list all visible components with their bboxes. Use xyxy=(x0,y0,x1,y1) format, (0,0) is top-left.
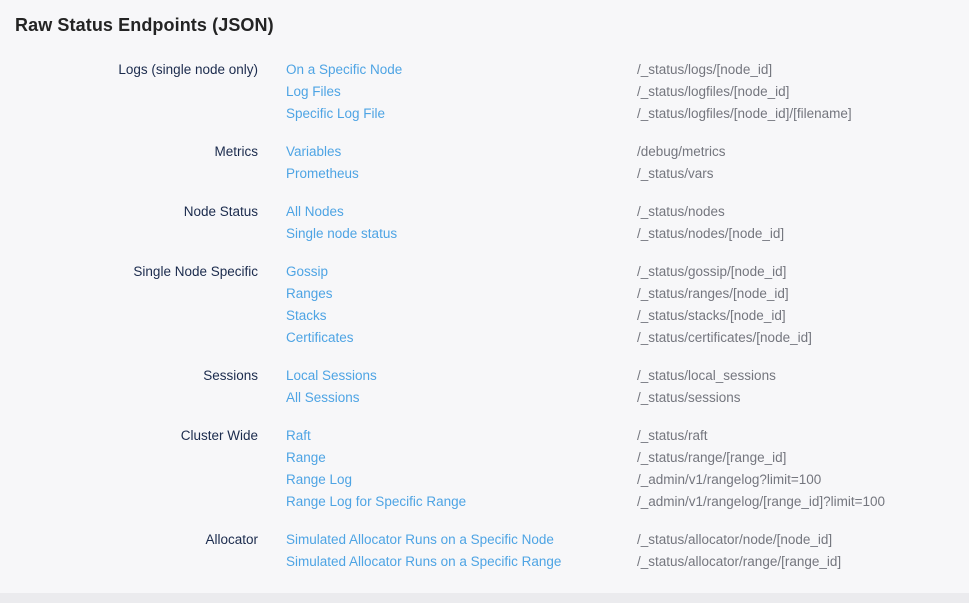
endpoint-path: /_status/allocator/range/[range_id] xyxy=(637,551,841,573)
endpoint-link[interactable]: All Sessions xyxy=(286,387,637,409)
category-label: Metrics xyxy=(15,141,258,163)
endpoint-row: All Sessions/_status/sessions xyxy=(286,387,954,409)
endpoint-rows: On a Specific Node/_status/logs/[node_id… xyxy=(286,59,954,125)
endpoint-section: Single Node Specific Gossip/_status/gossi… xyxy=(15,261,954,349)
endpoint-row: Single node status/_status/nodes/[node_i… xyxy=(286,223,954,245)
endpoint-path: /debug/metrics xyxy=(637,141,726,163)
endpoint-section: Metrics Variables/debug/metricsPrometheus… xyxy=(15,141,954,185)
endpoint-rows: Simulated Allocator Runs on a Specific N… xyxy=(286,529,954,573)
endpoint-path: /_admin/v1/rangelog?limit=100 xyxy=(637,469,821,491)
endpoint-section: Allocator Simulated Allocator Runs on a S… xyxy=(15,529,954,573)
endpoint-rows: Variables/debug/metricsPrometheus/_statu… xyxy=(286,141,954,185)
endpoint-rows: Local Sessions/_status/local_sessionsAll… xyxy=(286,365,954,409)
endpoint-row: Simulated Allocator Runs on a Specific R… xyxy=(286,551,954,573)
endpoint-row: Range Log/_admin/v1/rangelog?limit=100 xyxy=(286,469,954,491)
endpoint-row: Log Files/_status/logfiles/[node_id] xyxy=(286,81,954,103)
endpoint-row: Simulated Allocator Runs on a Specific N… xyxy=(286,529,954,551)
endpoint-row: On a Specific Node/_status/logs/[node_id… xyxy=(286,59,954,81)
endpoint-link[interactable]: Single node status xyxy=(286,223,637,245)
endpoint-path: /_status/nodes xyxy=(637,201,725,223)
endpoint-path: /_status/vars xyxy=(637,163,714,185)
endpoint-path: /_status/raft xyxy=(637,425,708,447)
endpoint-link[interactable]: Range Log for Specific Range xyxy=(286,491,637,513)
endpoint-link[interactable]: Specific Log File xyxy=(286,103,637,125)
endpoint-row: Variables/debug/metrics xyxy=(286,141,954,163)
footer-strip xyxy=(0,593,969,603)
endpoint-row: Stacks/_status/stacks/[node_id] xyxy=(286,305,954,327)
endpoint-link[interactable]: All Nodes xyxy=(286,201,637,223)
endpoint-section: Sessions Local Sessions/_status/local_ses… xyxy=(15,365,954,409)
endpoint-link[interactable]: Stacks xyxy=(286,305,637,327)
endpoint-row: Specific Log File/_status/logfiles/[node… xyxy=(286,103,954,125)
endpoint-rows: Gossip/_status/gossip/[node_id]Ranges/_s… xyxy=(286,261,954,349)
category-label: Cluster Wide xyxy=(15,425,258,447)
endpoint-sections: Logs (single node only) On a Specific Nod… xyxy=(15,59,954,573)
endpoint-link[interactable]: On a Specific Node xyxy=(286,59,637,81)
endpoint-row: Raft/_status/raft xyxy=(286,425,954,447)
endpoint-row: Certificates/_status/certificates/[node_… xyxy=(286,327,954,349)
category-label: Logs (single node only) xyxy=(15,59,258,81)
endpoint-rows: Raft/_status/raftRange/_status/range/[ra… xyxy=(286,425,954,513)
endpoint-row: Range/_status/range/[range_id] xyxy=(286,447,954,469)
endpoint-path: /_admin/v1/rangelog/[range_id]?limit=100 xyxy=(637,491,885,513)
endpoint-row: Prometheus/_status/vars xyxy=(286,163,954,185)
endpoint-section: Cluster Wide Raft/_status/raftRange/_stat… xyxy=(15,425,954,513)
endpoint-link[interactable]: Simulated Allocator Runs on a Specific N… xyxy=(286,529,637,551)
endpoint-path: /_status/sessions xyxy=(637,387,741,409)
page-title: Raw Status Endpoints (JSON) xyxy=(15,13,954,37)
raw-status-endpoints-page: Raw Status Endpoints (JSON) Logs (single… xyxy=(0,0,969,603)
endpoint-link[interactable]: Variables xyxy=(286,141,637,163)
endpoint-path: /_status/ranges/[node_id] xyxy=(637,283,789,305)
endpoint-path: /_status/local_sessions xyxy=(637,365,776,387)
endpoint-path: /_status/allocator/node/[node_id] xyxy=(637,529,832,551)
category-label: Single Node Specific xyxy=(15,261,258,283)
endpoint-link[interactable]: Prometheus xyxy=(286,163,637,185)
endpoint-path: /_status/gossip/[node_id] xyxy=(637,261,786,283)
endpoint-path: /_status/certificates/[node_id] xyxy=(637,327,812,349)
endpoint-link[interactable]: Gossip xyxy=(286,261,637,283)
endpoint-link[interactable]: Ranges xyxy=(286,283,637,305)
endpoint-path: /_status/logfiles/[node_id] xyxy=(637,81,789,103)
endpoint-path: /_status/stacks/[node_id] xyxy=(637,305,786,327)
endpoint-link[interactable]: Certificates xyxy=(286,327,637,349)
endpoint-link[interactable]: Raft xyxy=(286,425,637,447)
endpoint-link[interactable]: Simulated Allocator Runs on a Specific R… xyxy=(286,551,637,573)
category-label: Node Status xyxy=(15,201,258,223)
endpoint-path: /_status/logs/[node_id] xyxy=(637,59,772,81)
endpoint-section: Node Status All Nodes/_status/nodesSingle… xyxy=(15,201,954,245)
category-label: Allocator xyxy=(15,529,258,551)
endpoint-path: /_status/nodes/[node_id] xyxy=(637,223,784,245)
endpoint-path: /_status/logfiles/[node_id]/[filename] xyxy=(637,103,852,125)
endpoint-row: Gossip/_status/gossip/[node_id] xyxy=(286,261,954,283)
endpoint-row: Local Sessions/_status/local_sessions xyxy=(286,365,954,387)
endpoint-link[interactable]: Log Files xyxy=(286,81,637,103)
endpoint-link[interactable]: Range xyxy=(286,447,637,469)
endpoint-section: Logs (single node only) On a Specific Nod… xyxy=(15,59,954,125)
category-label: Sessions xyxy=(15,365,258,387)
endpoint-rows: All Nodes/_status/nodesSingle node statu… xyxy=(286,201,954,245)
endpoint-link[interactable]: Local Sessions xyxy=(286,365,637,387)
endpoint-row: Ranges/_status/ranges/[node_id] xyxy=(286,283,954,305)
endpoint-row: Range Log for Specific Range/_admin/v1/r… xyxy=(286,491,954,513)
endpoint-row: All Nodes/_status/nodes xyxy=(286,201,954,223)
endpoint-path: /_status/range/[range_id] xyxy=(637,447,786,469)
endpoint-link[interactable]: Range Log xyxy=(286,469,637,491)
